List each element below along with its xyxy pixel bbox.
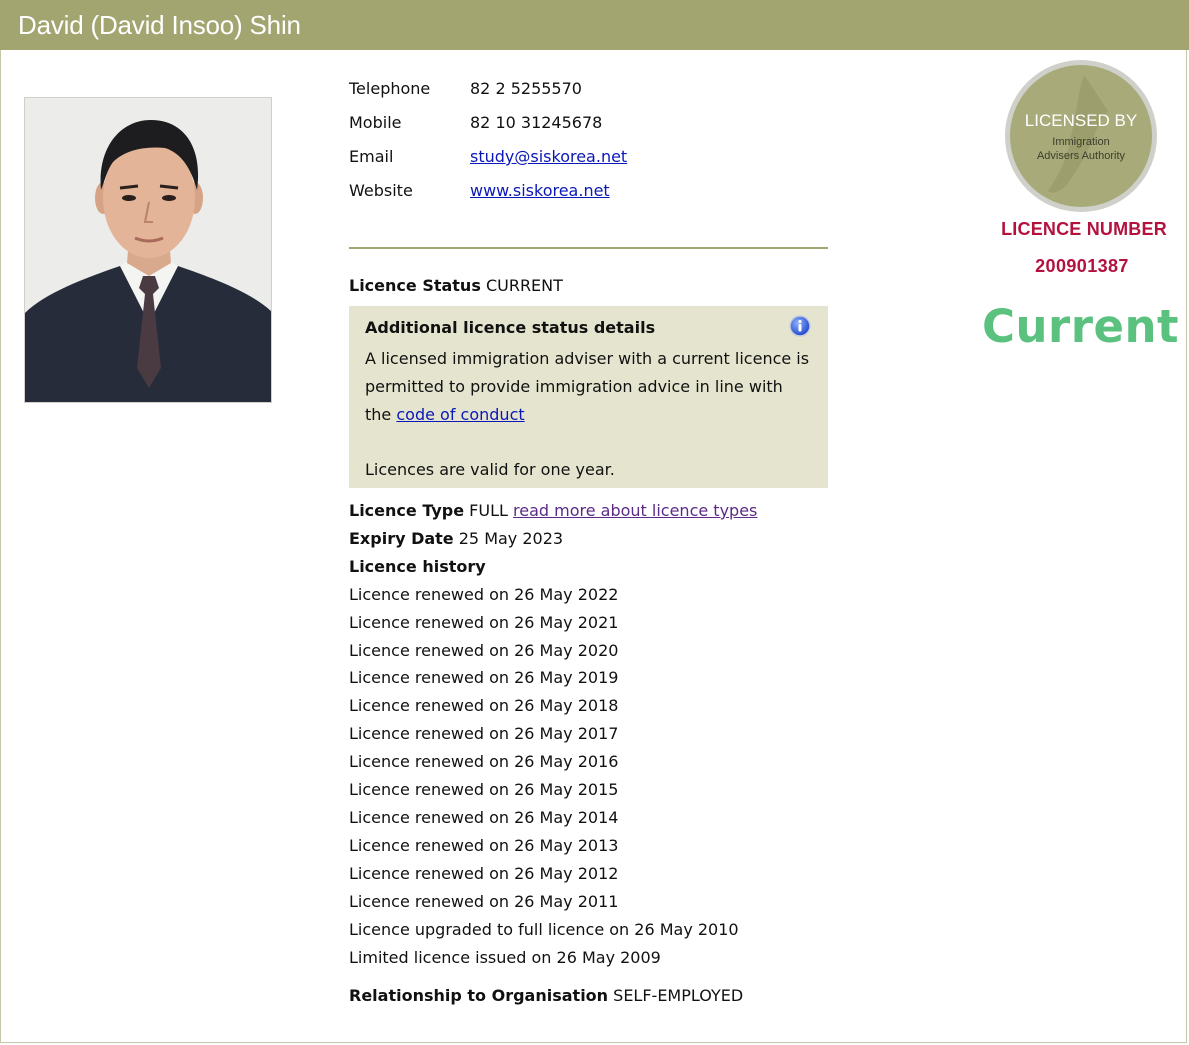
licence-history-label: Licence history (349, 556, 486, 576)
licence-status: Licence Status CURRENT (349, 276, 563, 295)
badge-line-immigration: Immigration (1052, 136, 1109, 148)
licence-types-link[interactable]: read more about licence types (513, 501, 757, 520)
licensed-by-badge: LICENSED BY Immigration Advisers Authori… (1005, 60, 1157, 212)
relationship-value: SELF-EMPLOYED (613, 986, 744, 1005)
mobile-value: 82 10 31245678 (470, 113, 603, 132)
expiry-date-label: Expiry Date (349, 528, 454, 548)
licence-status-details-box: Additional licence status details A lice… (349, 306, 828, 488)
list-item: Licence renewed on 26 May 2020 (349, 640, 619, 660)
list-item: Licence renewed on 26 May 2018 (349, 696, 619, 716)
telephone-value: 82 2 5255570 (470, 79, 582, 98)
licence-number-value: 200901387 (1035, 256, 1129, 276)
list-item: Licence renewed on 26 May 2019 (349, 668, 619, 688)
licence-history-heading: Licence history (349, 553, 757, 581)
info-box-title: Additional licence status details (365, 318, 656, 337)
relationship-to-organisation: Relationship to Organisation SELF-EMPLOY… (349, 986, 743, 1005)
licence-status-value: CURRENT (485, 276, 563, 295)
list-item: Limited licence issued on 26 May 2009 (349, 947, 661, 967)
list-item: Licence renewed on 26 May 2011 (349, 891, 619, 911)
licence-status-label: Licence Status (349, 276, 481, 295)
licence-number-label: LICENCE NUMBER (1001, 219, 1167, 239)
licence-type-value: FULL (469, 501, 508, 520)
info-icon[interactable] (789, 315, 811, 337)
list-item: Licence renewed on 26 May 2017 (349, 724, 619, 744)
list-item: Licence renewed on 26 May 2013 (349, 835, 619, 855)
adviser-name: David (David Insoo) Shin (18, 10, 301, 40)
badge-line-authority: Advisers Authority (1037, 150, 1126, 162)
list-item: Licence renewed on 26 May 2021 (349, 612, 619, 632)
list-item: Licence renewed on 26 May 2015 (349, 780, 619, 800)
list-item: Licence upgraded to full licence on 26 M… (349, 919, 739, 939)
relationship-label: Relationship to Organisation (349, 986, 609, 1005)
badge-title: LICENSED BY (1025, 111, 1137, 130)
expiry-date-row: Expiry Date 25 May 2023 (349, 525, 757, 553)
code-of-conduct-link[interactable]: code of conduct (396, 405, 524, 424)
adviser-photo (24, 97, 272, 403)
current-status-banner: Current (982, 300, 1180, 353)
website-link[interactable]: www.siskorea.net (470, 181, 610, 200)
info-box-text: A licensed immigration adviser with a cu… (365, 345, 812, 429)
licence-type-row: Licence Type FULL read more about licenc… (349, 497, 757, 525)
licence-details: Licence Type FULL read more about licenc… (349, 497, 757, 971)
mobile-label: Mobile (349, 113, 402, 132)
list-item: Licence renewed on 26 May 2022 (349, 584, 619, 604)
licence-validity-note: Licences are valid for one year. (365, 460, 615, 479)
email-link[interactable]: study@siskorea.net (470, 147, 627, 166)
expiry-date-value: 25 May 2023 (458, 528, 564, 548)
section-divider (349, 247, 828, 249)
email-label: Email (349, 147, 394, 166)
list-item: Licence renewed on 26 May 2014 (349, 807, 619, 827)
person-portrait-icon (25, 98, 271, 402)
telephone-label: Telephone (349, 79, 431, 98)
page-header: David (David Insoo) Shin (0, 0, 1189, 50)
list-item: Licence renewed on 26 May 2012 (349, 863, 619, 883)
licence-type-label: Licence Type (349, 501, 465, 520)
website-label: Website (349, 181, 413, 200)
list-item: Licence renewed on 26 May 2016 (349, 752, 619, 772)
